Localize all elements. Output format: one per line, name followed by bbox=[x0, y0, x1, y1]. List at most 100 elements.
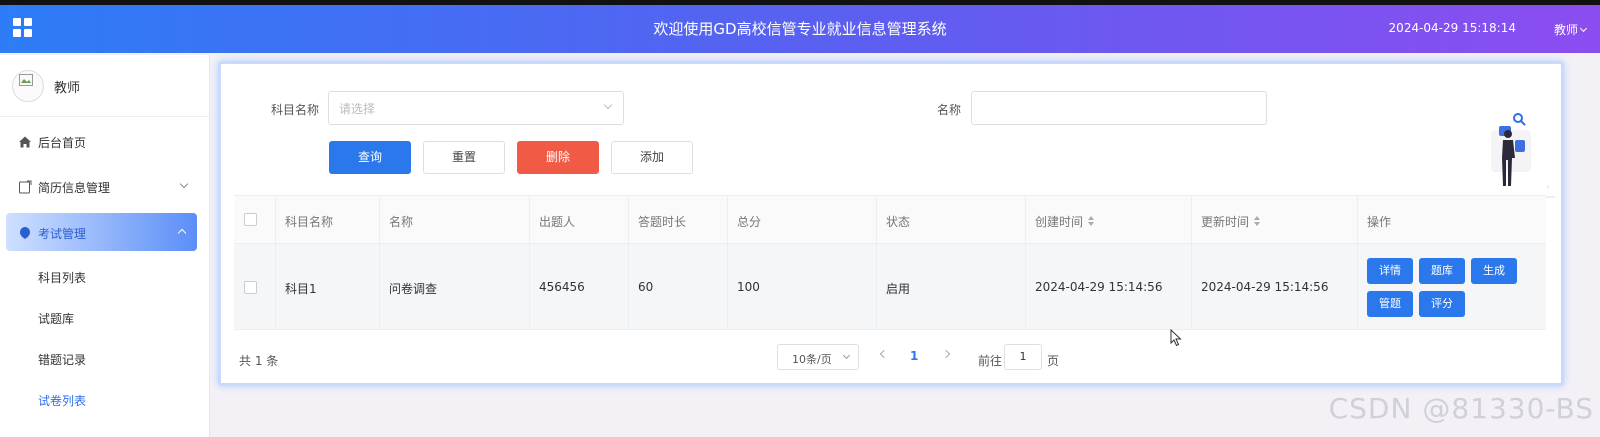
sort-icon[interactable] bbox=[1254, 216, 1261, 226]
home-icon bbox=[19, 136, 31, 148]
col-updated-label: 更新时间 bbox=[1201, 213, 1261, 230]
subject-select[interactable]: 请选择 bbox=[328, 91, 624, 125]
sidebar-subitem-papers[interactable]: 试卷列表 bbox=[38, 392, 86, 409]
sidebar-subitem-wrong-records[interactable]: 错题记录 bbox=[38, 351, 86, 368]
page-number[interactable]: 1 bbox=[910, 349, 918, 363]
chevron-down-icon bbox=[842, 351, 851, 360]
page-size-select[interactable]: 10条/页 bbox=[777, 344, 859, 370]
chevron-up-icon bbox=[177, 228, 187, 238]
manage-questions-button[interactable]: 管题 bbox=[1367, 291, 1413, 317]
cell-subject-text: 科目1 bbox=[285, 282, 317, 296]
col-subject: 科目名称 bbox=[276, 196, 380, 243]
content-panel: 科目名称 请选择 名称 查询 重置 删除 添加 科目名称 名称 出题人 答题时长… bbox=[218, 61, 1564, 386]
sidebar-divider bbox=[0, 116, 209, 117]
cell-author: 456456 bbox=[530, 244, 629, 329]
subject-label: 科目名称 bbox=[271, 103, 320, 117]
sort-icon[interactable] bbox=[1088, 216, 1095, 226]
subject-select-placeholder: 请选择 bbox=[339, 102, 376, 116]
broken-image-icon bbox=[19, 74, 33, 86]
sidebar-subitem-subjects[interactable]: 科目列表 bbox=[38, 269, 86, 286]
sidebar-item-label: 考试管理 bbox=[38, 227, 87, 241]
sidebar-user-name: 教师 bbox=[54, 81, 81, 96]
chevron-down-icon bbox=[1579, 24, 1588, 33]
header-datetime: 2024-04-29 15:18:14 bbox=[1388, 21, 1516, 35]
sidebar-item-home[interactable]: 后台首页 bbox=[0, 122, 209, 162]
cell-duration-text: 60 bbox=[638, 280, 654, 294]
user-menu[interactable]: 教师 bbox=[1553, 21, 1588, 38]
avatar bbox=[12, 70, 44, 102]
cell-actions: 详情 题库 生成 管题 评分 bbox=[1358, 244, 1546, 329]
col-score: 总分 bbox=[728, 196, 877, 243]
col-created[interactable]: 创建时间 bbox=[1026, 196, 1192, 243]
table-header: 科目名称 名称 出题人 答题时长 总分 状态 创建时间 更新时间 操作 bbox=[234, 196, 1546, 244]
col-name-label: 名称 bbox=[389, 215, 414, 229]
col-author: 出题人 bbox=[530, 196, 629, 243]
cell-subject: 科目1 bbox=[276, 244, 380, 329]
page-size-value: 10条/页 bbox=[792, 353, 832, 366]
sidebar-item-label: 简历信息管理 bbox=[38, 181, 111, 195]
watermark: CSDN @81330-BS bbox=[1328, 392, 1594, 425]
cell-updated-text: 2024-04-29 15:14:56 bbox=[1201, 280, 1329, 294]
resume-icon bbox=[19, 180, 32, 194]
goto-label: 前往 bbox=[978, 354, 1003, 368]
header-bar: 欢迎使用GD高校信管专业就业信息管理系统 2024-04-29 15:18:14… bbox=[0, 5, 1600, 53]
cell-author-text: 456456 bbox=[539, 280, 585, 294]
sidebar-subitem-question-bank[interactable]: 试题库 bbox=[38, 310, 74, 327]
papers-table: 科目名称 名称 出题人 答题时长 总分 状态 创建时间 更新时间 操作 科目1 … bbox=[234, 195, 1546, 330]
cell-created: 2024-04-29 15:14:56 bbox=[1026, 244, 1192, 329]
col-updated[interactable]: 更新时间 bbox=[1192, 196, 1358, 243]
header-checkbox-cell bbox=[234, 196, 276, 243]
cell-name: 问卷调查 bbox=[380, 244, 530, 329]
col-duration: 答题时长 bbox=[629, 196, 728, 243]
cell-status-text: 启用 bbox=[886, 282, 911, 296]
grade-button[interactable]: 评分 bbox=[1419, 291, 1465, 317]
col-updated-text: 更新时间 bbox=[1201, 215, 1250, 229]
row-checkbox[interactable] bbox=[244, 281, 257, 294]
detail-button[interactable]: 详情 bbox=[1367, 258, 1413, 284]
col-score-label: 总分 bbox=[737, 215, 762, 229]
goto-page-input[interactable]: 1 bbox=[1004, 344, 1042, 370]
cell-score-text: 100 bbox=[737, 280, 760, 294]
col-created-label: 创建时间 bbox=[1035, 213, 1095, 230]
sidebar-item-resume[interactable]: 简历信息管理 bbox=[0, 167, 209, 207]
col-name: 名称 bbox=[380, 196, 530, 243]
col-status-label: 状态 bbox=[886, 215, 911, 229]
question-bank-button[interactable]: 题库 bbox=[1419, 258, 1465, 284]
chevron-down-icon bbox=[179, 179, 189, 189]
sidebar-item-label: 后台首页 bbox=[38, 136, 87, 150]
cell-updated: 2024-04-29 15:14:56 bbox=[1192, 244, 1358, 329]
goto-suffix: 页 bbox=[1047, 354, 1060, 368]
prev-page-icon[interactable] bbox=[879, 349, 889, 359]
sidebar-item-exam[interactable]: 考试管理 bbox=[6, 213, 197, 251]
col-actions: 操作 bbox=[1358, 196, 1546, 243]
cell-created-text: 2024-04-29 15:14:56 bbox=[1035, 280, 1163, 294]
sidebar: 教师 后台首页 简历信息管理 考试管理 科目列表 试题库 错题记录 试卷列表 bbox=[0, 55, 210, 437]
table-row: 科目1 问卷调查 456456 60 100 启用 2024-04-29 15:… bbox=[234, 244, 1546, 330]
query-button[interactable]: 查询 bbox=[329, 141, 411, 174]
cell-score: 100 bbox=[728, 244, 877, 329]
reset-button[interactable]: 重置 bbox=[423, 141, 505, 174]
total-count: 共 1 条 bbox=[239, 354, 279, 368]
delete-button[interactable]: 删除 bbox=[517, 141, 599, 174]
col-subject-label: 科目名称 bbox=[285, 215, 334, 229]
col-status: 状态 bbox=[877, 196, 1026, 243]
col-created-text: 创建时间 bbox=[1035, 215, 1084, 229]
row-checkbox-cell bbox=[234, 244, 276, 329]
cell-name-text: 问卷调查 bbox=[389, 282, 438, 296]
name-label: 名称 bbox=[937, 103, 962, 117]
exam-icon bbox=[20, 227, 30, 239]
cell-status: 启用 bbox=[877, 244, 1026, 329]
col-duration-label: 答题时长 bbox=[638, 215, 687, 229]
cell-duration: 60 bbox=[629, 244, 728, 329]
add-button[interactable]: 添加 bbox=[611, 141, 693, 174]
name-input[interactable] bbox=[971, 91, 1267, 125]
page-title: 欢迎使用GD高校信管专业就业信息管理系统 bbox=[653, 20, 947, 38]
select-all-checkbox[interactable] bbox=[244, 213, 257, 226]
next-page-icon[interactable] bbox=[941, 349, 951, 359]
generate-button[interactable]: 生成 bbox=[1471, 258, 1517, 284]
col-author-label: 出题人 bbox=[539, 215, 576, 229]
user-menu-label: 教师 bbox=[1553, 23, 1578, 37]
decorative-illustration bbox=[1463, 113, 1555, 198]
mouse-cursor-icon bbox=[1170, 329, 1182, 347]
col-actions-label: 操作 bbox=[1367, 215, 1392, 229]
